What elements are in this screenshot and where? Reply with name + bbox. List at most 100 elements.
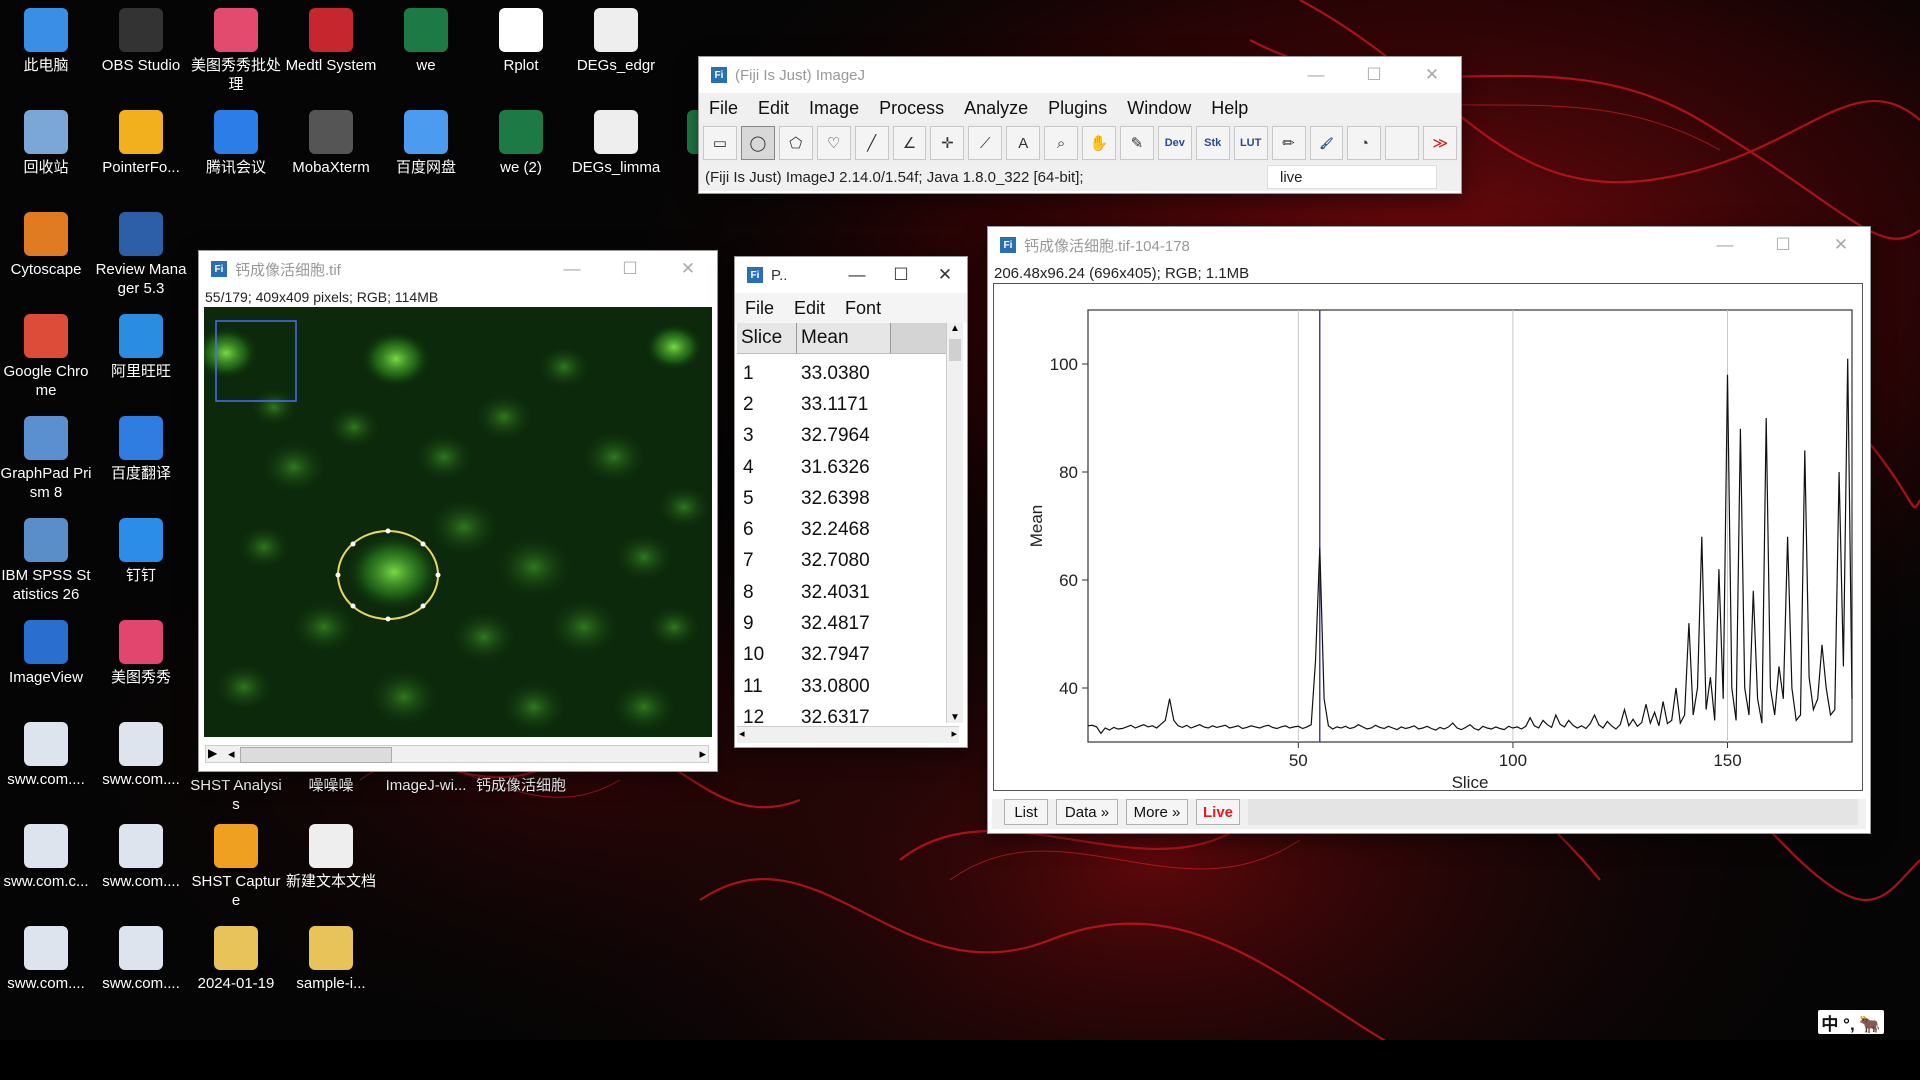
angle-tool-icon[interactable]: ∠ bbox=[892, 126, 927, 160]
menu-process[interactable]: Process bbox=[869, 98, 954, 119]
desktop-icon[interactable]: Google Chrome bbox=[0, 314, 92, 400]
desktop-icon[interactable]: Review Manager 5.3 bbox=[95, 212, 187, 298]
pencil-tool-icon[interactable]: ✏ bbox=[1271, 126, 1306, 160]
freehand-tool-icon[interactable]: ♡ bbox=[816, 126, 851, 160]
rectangle-tool-icon[interactable]: ▭ bbox=[703, 126, 737, 160]
desktop-icon[interactable]: 2024-01-19 bbox=[190, 926, 282, 993]
column-header-mean[interactable]: Mean bbox=[797, 323, 891, 353]
desktop-icon[interactable]: sww.com.... bbox=[95, 824, 187, 891]
menu-file[interactable]: File bbox=[699, 98, 748, 119]
table-row[interactable]: 10 32.7947 bbox=[737, 640, 967, 671]
desktop-icon[interactable]: GraphPad Prism 8 bbox=[0, 416, 92, 502]
point-tool-icon[interactable]: ✛ bbox=[930, 126, 965, 160]
desktop-icon[interactable]: Rplot bbox=[475, 8, 567, 75]
results-menu-font[interactable]: Font bbox=[835, 298, 891, 319]
table-row[interactable]: 7 32.7080 bbox=[737, 546, 967, 577]
desktop-icon[interactable]: 此电脑 bbox=[0, 8, 92, 75]
scroll-right-icon[interactable]: ▸ bbox=[699, 746, 706, 762]
hand-tool-icon[interactable]: ✋ bbox=[1082, 126, 1116, 160]
table-row[interactable]: 8 32.4031 bbox=[737, 577, 967, 608]
minimize-icon[interactable]: — bbox=[1696, 227, 1754, 263]
menu-help[interactable]: Help bbox=[1201, 98, 1258, 119]
scroll-left-icon[interactable]: ◂ bbox=[739, 727, 745, 740]
live-button[interactable]: Live bbox=[1196, 799, 1240, 825]
desktop-icon[interactable]: sww.com.c... bbox=[0, 824, 92, 891]
menu-image[interactable]: Image bbox=[799, 98, 869, 119]
desktop-icon[interactable]: ImageView bbox=[0, 620, 92, 687]
menu-edit[interactable]: Edit bbox=[748, 98, 799, 119]
desktop-icon[interactable]: SHST Capture bbox=[190, 824, 282, 910]
minimize-icon[interactable]: — bbox=[1287, 57, 1345, 93]
table-row[interactable]: 11 33.0800 bbox=[737, 671, 967, 702]
fluorescence-image-canvas[interactable] bbox=[204, 307, 712, 737]
desktop-icon[interactable]: sww.com.... bbox=[0, 722, 92, 789]
desktop-icon[interactable]: PointerFo... bbox=[95, 110, 187, 177]
table-row[interactable]: 9 32.4817 bbox=[737, 608, 967, 639]
stack-slider-thumb[interactable] bbox=[240, 747, 392, 763]
desktop-icon[interactable]: we bbox=[380, 8, 472, 75]
imagej-titlebar[interactable]: Fi (Fiji Is Just) ImageJ — ☐ ✕ bbox=[699, 57, 1461, 93]
desktop-icon[interactable]: MobaXterm bbox=[285, 110, 377, 177]
maximize-icon[interactable]: ☐ bbox=[601, 251, 659, 287]
results-titlebar[interactable]: Fi P.. — ☐ ✕ bbox=[735, 257, 967, 293]
menu-plugins[interactable]: Plugins bbox=[1038, 98, 1117, 119]
scroll-thumb[interactable] bbox=[949, 339, 961, 361]
close-icon[interactable]: ✕ bbox=[1812, 227, 1870, 263]
close-icon[interactable]: ✕ bbox=[923, 257, 967, 293]
table-row[interactable]: 6 32.2468 bbox=[737, 514, 967, 545]
desktop-icon[interactable]: 钉钉 bbox=[95, 518, 187, 585]
table-row[interactable]: 2 33.1171 bbox=[737, 389, 967, 420]
desktop-icon[interactable]: we (2) bbox=[475, 110, 567, 177]
more-button[interactable]: More » bbox=[1126, 799, 1188, 825]
lut-tool-icon[interactable]: LUT bbox=[1233, 126, 1268, 160]
table-row[interactable]: 1 33.0380 bbox=[737, 358, 967, 389]
maximize-icon[interactable]: ☐ bbox=[1754, 227, 1812, 263]
desktop-icon[interactable]: sample-i... bbox=[285, 926, 377, 993]
table-row[interactable]: 3 32.7964 bbox=[737, 421, 967, 452]
color-picker-tool-icon[interactable]: ✎ bbox=[1119, 126, 1154, 160]
polygon-tool-icon[interactable]: ⬠ bbox=[778, 126, 813, 160]
search-input[interactable]: live bbox=[1267, 165, 1437, 189]
minimize-icon[interactable]: — bbox=[543, 251, 601, 287]
close-icon[interactable]: ✕ bbox=[659, 251, 717, 287]
more-tools-icon[interactable]: ≫ bbox=[1423, 126, 1458, 160]
scroll-left-icon[interactable]: ◂ bbox=[228, 746, 235, 762]
scroll-down-icon[interactable]: ▼ bbox=[947, 712, 963, 723]
dev-tool-icon[interactable]: Dev bbox=[1157, 126, 1192, 160]
plot-titlebar[interactable]: Fi 钙成像活细胞.tif-104-178 — ☐ ✕ bbox=[988, 227, 1870, 263]
desktop-icon[interactable]: DEGs_edgr bbox=[570, 8, 662, 75]
line-tool-icon[interactable]: ╱ bbox=[854, 126, 889, 160]
close-icon[interactable]: ✕ bbox=[1403, 57, 1461, 93]
magnifier-tool-icon[interactable]: ⌕ bbox=[1044, 126, 1079, 160]
brush-tool-icon[interactable]: 🖌 bbox=[1309, 126, 1344, 160]
scroll-right-icon[interactable]: ▸ bbox=[951, 727, 957, 740]
horizontal-scrollbar[interactable]: ◂ ▸ bbox=[737, 726, 959, 743]
maximize-icon[interactable]: ☐ bbox=[879, 257, 923, 293]
desktop-icon[interactable]: 阿里旺旺 bbox=[95, 314, 187, 381]
maximize-icon[interactable]: ☐ bbox=[1345, 57, 1403, 93]
ime-indicator[interactable]: 中 °, 🐂 bbox=[1818, 1010, 1884, 1034]
menu-window[interactable]: Window bbox=[1117, 98, 1201, 119]
desktop-icon[interactable]: 美图秀秀批处理 bbox=[190, 8, 282, 94]
column-header-slice[interactable]: Slice bbox=[737, 323, 797, 353]
desktop-icon[interactable]: OBS Studio bbox=[95, 8, 187, 75]
scroll-up-icon[interactable]: ▲ bbox=[947, 323, 963, 334]
menu-analyze[interactable]: Analyze bbox=[954, 98, 1038, 119]
table-row[interactable]: 5 32.6398 bbox=[737, 483, 967, 514]
desktop-icon[interactable]: sww.com.... bbox=[95, 926, 187, 993]
data-button[interactable]: Data » bbox=[1056, 799, 1118, 825]
desktop-icon[interactable]: sww.com.... bbox=[0, 926, 92, 993]
vertical-scrollbar[interactable]: ▲ ▼ bbox=[946, 323, 963, 723]
flood-fill-tool-icon[interactable]: ◔ bbox=[1347, 126, 1382, 160]
text-tool-icon[interactable]: A bbox=[1006, 126, 1041, 160]
stk-tool-icon[interactable]: Stk bbox=[1195, 126, 1230, 160]
desktop-icon[interactable]: Cytoscape bbox=[0, 212, 92, 279]
desktop-icon[interactable]: Medtl System bbox=[285, 8, 377, 75]
plot-chart[interactable]: 50 100 150 40 60 80 100 Slice Mean bbox=[993, 283, 1863, 791]
desktop-icon[interactable]: sww.com.... bbox=[95, 722, 187, 789]
desktop-icon[interactable]: 百度翻译 bbox=[95, 416, 187, 483]
table-row[interactable]: 4 31.6326 bbox=[737, 452, 967, 483]
desktop-icon[interactable]: IBM SPSS Statistics 26 bbox=[0, 518, 92, 604]
minimize-icon[interactable]: — bbox=[835, 257, 879, 293]
desktop-icon[interactable]: 美图秀秀 bbox=[95, 620, 187, 687]
